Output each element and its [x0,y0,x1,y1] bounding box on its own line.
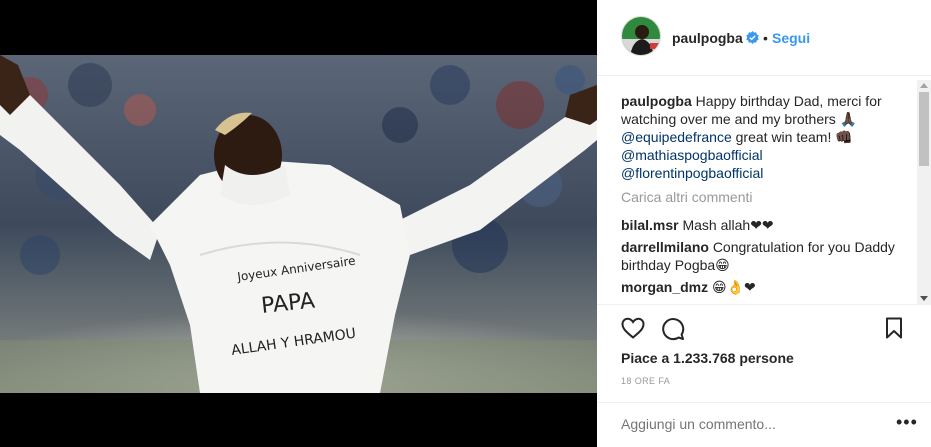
follow-button[interactable]: Segui [772,30,810,46]
comments-scrollbar[interactable] [917,80,931,304]
comment-username[interactable]: morgan_dmz [621,279,708,295]
post-photo[interactable]: Joyeux Anniversaire PAPA ALLAH Y HRAMOU [0,55,597,393]
add-comment-input[interactable] [621,416,901,432]
caption-text-2: great win team! [735,129,832,145]
more-options-icon[interactable]: ••• [896,412,918,433]
post-header: paulpogba • Segui [597,0,931,76]
comment-divider [597,402,931,403]
comment-item: bilal.msr Mash allah❤❤ [621,216,913,234]
load-more-comments[interactable]: Carica altri commenti [621,188,913,206]
avatar[interactable] [621,16,661,56]
likes-count[interactable]: Piace a 1.233.768 persone [621,350,794,366]
post-author-username[interactable]: paulpogba [672,30,743,46]
caption-mention-florentin[interactable]: @florentinpogbaofficial [621,165,763,181]
post-timestamp[interactable]: 18 ORE FA [621,376,670,386]
comment-text: 😁👌❤ [712,279,756,295]
caption-emoji-2: 👊🏿 [835,129,853,145]
comment-username[interactable]: darrellmilano [621,239,709,255]
post-photo-illustration: Joyeux Anniversaire PAPA ALLAH Y HRAMOU [0,55,597,393]
post-media: Joyeux Anniversaire PAPA ALLAH Y HRAMOU [0,0,597,447]
caption-emoji-1: 🙏🏿 [839,111,858,127]
comment-username[interactable]: bilal.msr [621,217,679,233]
comment-text: Mash allah❤❤ [682,217,774,233]
actions-divider [597,304,931,305]
scrollbar-thumb[interactable] [919,92,929,166]
scroll-up-arrow-icon[interactable] [920,83,928,88]
caption-username[interactable]: paulpogba [621,93,692,109]
comments-list[interactable]: paulpogba Happy birthday Dad, merci for … [621,92,913,304]
post-sidebar: paulpogba • Segui paulpogba Happy birthd… [597,0,931,447]
caption: paulpogba Happy birthday Dad, merci for … [621,92,913,182]
separator-dot: • [763,30,768,46]
verified-badge-icon [746,31,759,49]
caption-mention-mathias[interactable]: @mathiaspogbaofficial [621,147,763,163]
comment-icon[interactable] [661,317,685,346]
heart-icon[interactable] [621,317,645,344]
comment-item: morgan_dmz 😁👌❤ [621,278,913,296]
bookmark-icon[interactable] [885,317,903,344]
caption-mention-equipedefrance[interactable]: @equipedefrance [621,129,732,145]
comment-item: darrellmilano Congratulation for you Dad… [621,238,913,274]
scroll-down-arrow-icon[interactable] [920,296,928,301]
